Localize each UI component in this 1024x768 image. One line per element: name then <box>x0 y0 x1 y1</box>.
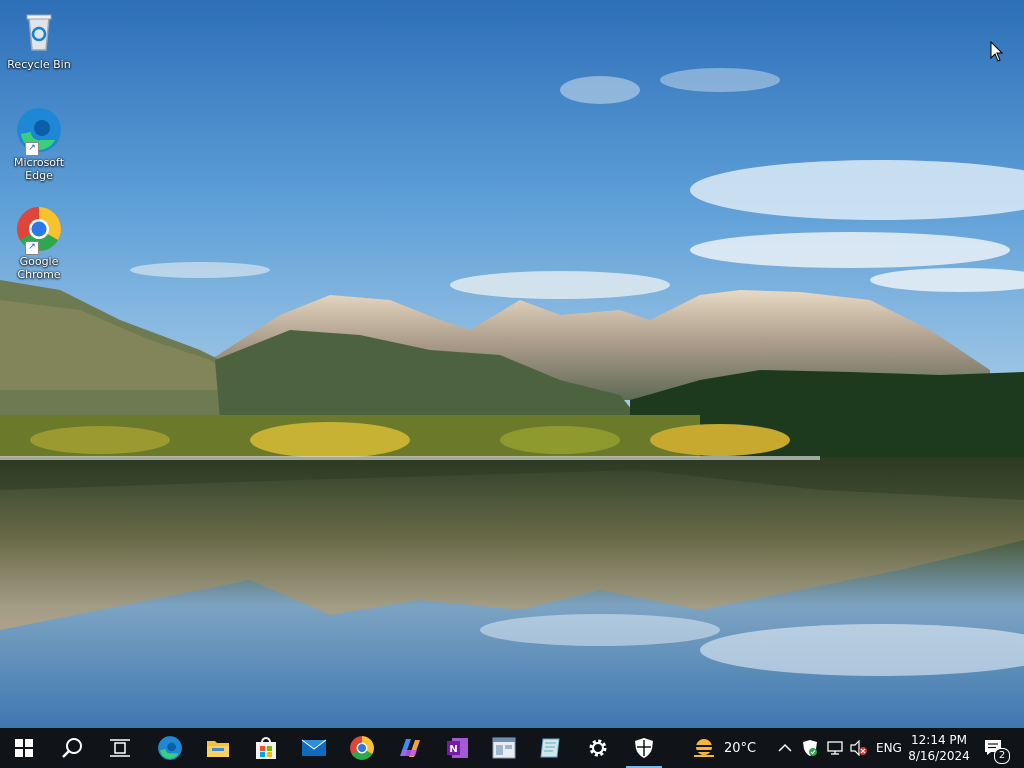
desktop-icon-chrome[interactable]: ↗ Google Chrome <box>4 205 74 281</box>
volume-tray-button[interactable] <box>850 728 868 768</box>
sun-haze-icon <box>693 739 715 757</box>
document-icon <box>540 738 560 758</box>
chrome-icon <box>350 736 374 760</box>
defender-tray-button[interactable] <box>802 728 818 768</box>
windows-logo-icon <box>15 739 33 757</box>
action-center-button[interactable]: 2 <box>980 728 1010 768</box>
chevron-up-icon <box>778 743 792 752</box>
shortcut-arrow-icon: ↗ <box>25 142 39 156</box>
settings-taskbar[interactable] <box>574 728 622 768</box>
language-indicator[interactable]: ENG <box>876 728 902 768</box>
desktop-icon-label: Recycle Bin <box>7 58 71 71</box>
shield-icon <box>635 738 653 758</box>
clock-time: 12:14 PM <box>911 733 967 747</box>
volume-muted-icon <box>850 740 867 756</box>
edge-icon <box>158 736 182 760</box>
security-taskbar[interactable] <box>620 728 668 768</box>
task-view-button[interactable] <box>96 728 144 768</box>
task-view-icon <box>110 739 130 757</box>
mail-taskbar[interactable] <box>290 728 338 768</box>
file-explorer-taskbar[interactable] <box>194 728 242 768</box>
chrome-taskbar[interactable] <box>338 728 386 768</box>
network-tray-button[interactable] <box>826 728 844 768</box>
onenote-icon: N <box>447 738 468 758</box>
edge-taskbar[interactable] <box>146 728 194 768</box>
search-button[interactable] <box>48 728 96 768</box>
weather-temperature: 20°C <box>724 740 757 756</box>
show-hidden-icons-button[interactable] <box>778 728 792 768</box>
defender-shield-icon <box>803 740 817 756</box>
chrome-icon: ↗ <box>15 205 63 255</box>
svg-text:N: N <box>449 744 457 755</box>
folder-icon <box>207 741 229 757</box>
weather-widget[interactable]: 20°C <box>690 728 756 768</box>
app-window-taskbar[interactable] <box>480 728 528 768</box>
notification-count-badge: 2 <box>994 748 1010 764</box>
desktop-icon-edge[interactable]: ↗ Microsoft Edge <box>4 106 74 182</box>
store-icon <box>256 737 276 759</box>
gear-icon <box>589 739 607 757</box>
clock-date: 8/16/2024 <box>908 749 970 763</box>
mouse-cursor-icon <box>990 41 1004 62</box>
app-taskbar-2[interactable] <box>526 728 574 768</box>
desktop-icon-label: Microsoft Edge <box>13 156 65 182</box>
copilot-icon <box>400 739 420 757</box>
clock[interactable]: 12:14 PM 8/16/2024 <box>908 728 970 768</box>
edge-icon: ↗ <box>15 106 63 156</box>
copilot-taskbar[interactable] <box>386 728 434 768</box>
recycle-bin-icon <box>15 8 63 56</box>
desktop[interactable]: Recycle Bin ↗ Microsoft Edge ↗ Google Ch… <box>0 0 1024 728</box>
onenote-taskbar[interactable]: N <box>434 728 482 768</box>
mail-icon <box>301 739 327 756</box>
wallpaper <box>0 0 1024 728</box>
store-taskbar[interactable] <box>242 728 290 768</box>
desktop-icon-label: Google Chrome <box>17 255 61 281</box>
shortcut-arrow-icon: ↗ <box>25 241 39 255</box>
start-button[interactable] <box>0 728 48 768</box>
search-icon <box>62 738 82 758</box>
network-icon <box>827 741 843 755</box>
desktop-icon-recycle-bin[interactable]: Recycle Bin <box>4 8 74 71</box>
window-icon <box>492 737 516 759</box>
taskbar: N 20°C ENG 12:14 PM 8/16/2024 2 <box>0 728 1024 768</box>
